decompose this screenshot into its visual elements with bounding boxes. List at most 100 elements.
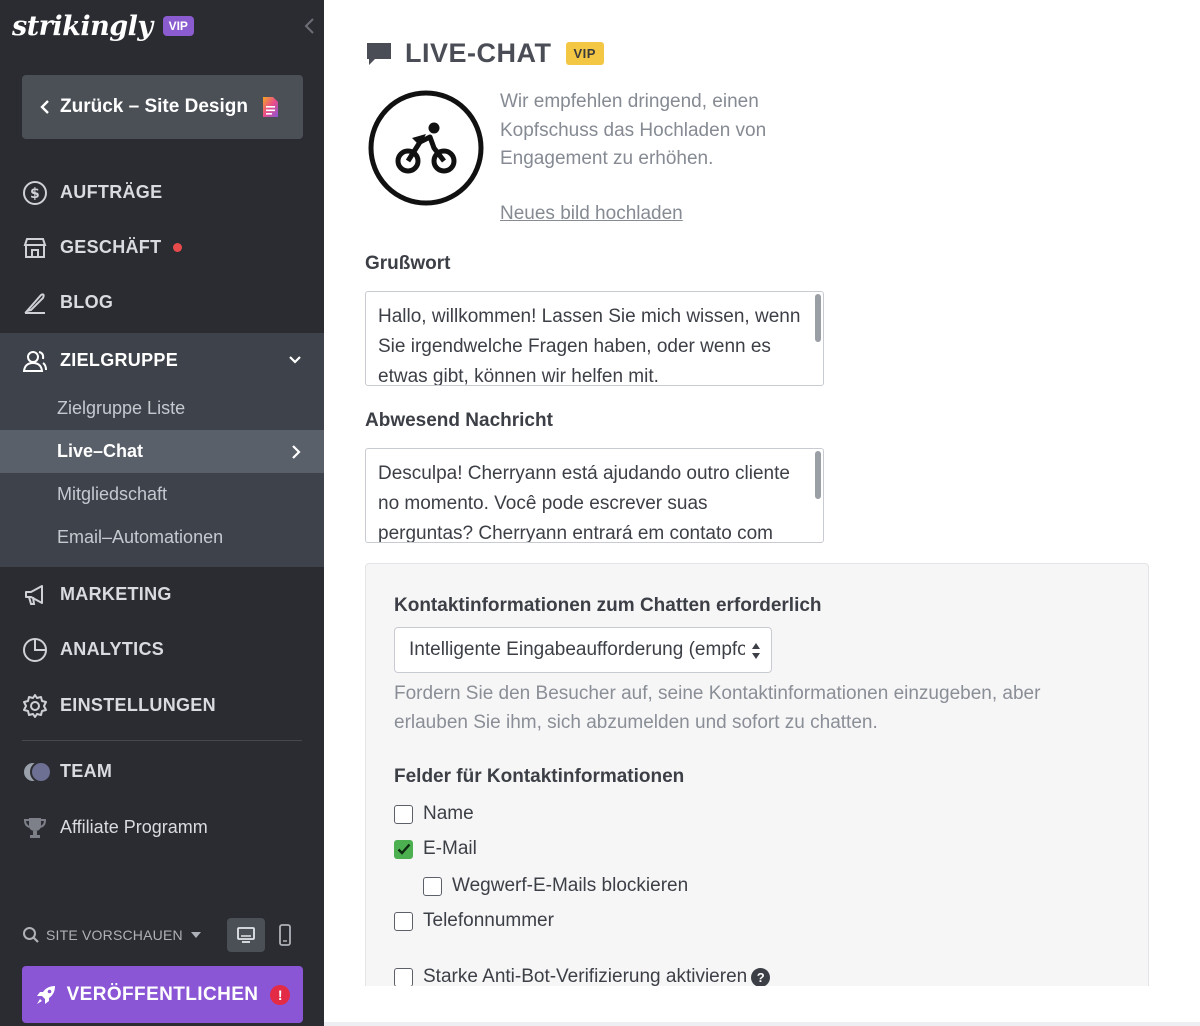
notification-dot [173, 243, 183, 252]
select-value: Intelligente Eingabeaufforderung (empfoh… [409, 639, 745, 660]
store-icon [23, 237, 47, 258]
nav-team[interactable]: TEAM [0, 744, 324, 799]
sidebar-divider [22, 740, 302, 741]
document-icon [262, 97, 278, 117]
nav-orders[interactable]: $ AUFTRÄGE [0, 165, 324, 220]
sidebar-item-membership[interactable]: Mitgliedschaft [0, 473, 324, 516]
greeting-textarea[interactable]: Hallo, willkommen! Lassen Sie mich wisse… [365, 291, 824, 386]
anti-bot-checkbox[interactable]: Starke Anti-Bot-Verifizierung aktivieren… [394, 966, 771, 988]
nav-label: ANALYTICS [60, 639, 165, 659]
sidebar-item-live-chat[interactable]: Live–Chat [0, 430, 324, 473]
strikingly-logo: strikingly [12, 10, 153, 42]
checkmark-icon [397, 843, 410, 855]
chevron-left-icon [40, 100, 49, 114]
sub-item-label: Zielgruppe Liste [57, 398, 186, 418]
collapse-sidebar-icon[interactable] [300, 14, 320, 38]
checkbox-checked[interactable] [394, 839, 413, 859]
checkbox[interactable] [394, 967, 413, 987]
contact-requirement-select[interactable]: Intelligente Eingabeaufforderung (empfoh… [394, 627, 772, 673]
upload-image-link[interactable]: Neues bild hochladen [500, 200, 683, 228]
gear-icon [23, 693, 47, 718]
chevron-down-icon [289, 356, 301, 364]
checkbox-label: Telefonnummer [423, 910, 554, 931]
search-icon [23, 927, 39, 943]
checkbox-label: Starke Anti-Bot-Verifizierung aktivieren [423, 966, 748, 987]
megaphone-icon [25, 584, 43, 605]
sub-item-label: Mitgliedschaft [57, 484, 168, 504]
sidebar-item-email-automations[interactable]: Email–Automationen [0, 516, 324, 559]
desktop-preview-button[interactable] [227, 918, 265, 952]
greeting-label: Grußwort [365, 253, 451, 274]
contact-required-heading: Kontaktinformationen zum Chatten erforde… [394, 595, 822, 616]
section-header: LIVE-CHAT VIP [365, 36, 604, 70]
field-phone-checkbox[interactable]: Telefonnummer [394, 910, 554, 932]
nav-affiliate[interactable]: Affiliate Programm [0, 800, 324, 855]
warning-badge: ! [270, 984, 291, 1005]
nav-label: Affiliate Programm [60, 817, 208, 837]
caret-down-icon [190, 932, 201, 938]
checkbox-label: Wegwerf-E-Mails blockieren [452, 875, 689, 896]
vip-badge: VIP [565, 41, 604, 65]
contact-fields-heading: Felder für Kontaktinformationen [394, 766, 685, 787]
greeting-text: Hallo, willkommen! Lassen Sie mich wisse… [378, 306, 801, 386]
nav-blog[interactable]: BLOG [0, 275, 324, 330]
contact-settings-panel: Kontaktinformationen zum Chatten erforde… [365, 563, 1149, 1026]
sidebar: strikingly VIP Zurück – Site Design $ AU… [0, 0, 324, 1026]
checkbox-label: Name [423, 803, 474, 824]
nav-analytics[interactable]: ANALYTICS [0, 622, 324, 677]
bottom-edge [324, 1022, 1200, 1026]
nav-audience[interactable]: ZIELGRUPPE [0, 333, 324, 388]
mobile-icon [279, 924, 291, 946]
preview-label: SITE VORSCHAUEN [46, 927, 183, 943]
checkbox[interactable] [394, 804, 413, 824]
users-icon [22, 350, 47, 372]
contact-help-text: Fordern Sie den Besucher auf, seine Kont… [394, 683, 1041, 733]
dollar-circle-icon: $ [23, 180, 47, 205]
chat-avatar[interactable] [368, 90, 484, 206]
team-avatars [22, 759, 52, 785]
publish-button[interactable]: VERÖFFENTLICHEN ! [22, 966, 303, 1023]
back-to-site-design-button[interactable]: Zurück – Site Design [22, 75, 303, 139]
page-title: LIVE-CHAT [405, 37, 552, 68]
pie-chart-icon [23, 637, 47, 662]
scrollbar[interactable] [815, 294, 821, 342]
publish-label: VERÖFFENTLICHEN [66, 983, 259, 1005]
desktop-icon [237, 927, 255, 943]
nav-store[interactable]: GESCHÄFT [0, 220, 324, 275]
nav-marketing[interactable]: MARKETING [0, 567, 324, 622]
audience-group: ZIELGRUPPE Zielgruppe Liste Live–Chat Mi… [0, 333, 324, 567]
nav-label: BLOG [60, 292, 114, 312]
avatar-recommendation: Wir empfehlen dringend, einen Kopfschuss… [500, 91, 767, 169]
field-name-checkbox[interactable]: Name [394, 803, 474, 825]
help-icon[interactable]: ? [751, 967, 771, 987]
scrollbar[interactable] [815, 451, 821, 499]
nav-label: ZIELGRUPPE [60, 350, 179, 370]
trophy-icon [23, 817, 47, 838]
nav-label: TEAM [60, 761, 113, 781]
site-preview-dropdown[interactable]: SITE VORSCHAUEN [22, 918, 201, 952]
brand[interactable]: strikingly VIP [12, 8, 194, 44]
scroll-fade [324, 986, 1200, 1026]
checkbox-label: E-Mail [423, 838, 477, 859]
chat-bubble-icon [367, 43, 391, 65]
field-email-checkbox[interactable]: E-Mail [394, 838, 477, 860]
checkbox[interactable] [423, 876, 442, 896]
block-disposable-email-checkbox[interactable]: Wegwerf-E-Mails blockieren [423, 875, 688, 897]
live-chat-settings: LIVE-CHAT VIP Wir empfehlen dringend, ei… [324, 0, 1200, 1026]
select-arrows-icon [752, 643, 760, 659]
chevron-right-icon [292, 445, 301, 459]
sub-item-label: Live–Chat [57, 441, 144, 461]
nav-label: EINSTELLUNGEN [60, 695, 216, 715]
feather-pen-icon [24, 292, 45, 314]
back-button-label: Zurück – Site Design [60, 96, 248, 117]
vip-pill: VIP [162, 16, 194, 36]
sidebar-item-audience-list[interactable]: Zielgruppe Liste [0, 387, 324, 430]
svg-text:$: $ [30, 186, 40, 202]
mobile-preview-button[interactable] [266, 918, 304, 952]
checkbox[interactable] [394, 911, 413, 931]
nav-label: MARKETING [60, 584, 172, 604]
sub-item-label: Email–Automationen [57, 527, 224, 547]
nav-settings[interactable]: EINSTELLUNGEN [0, 678, 324, 733]
away-message-textarea[interactable]: Desculpa! Cherryann está ajudando outro … [365, 448, 824, 543]
away-text: Desculpa! Cherryann está ajudando outro … [378, 463, 790, 543]
